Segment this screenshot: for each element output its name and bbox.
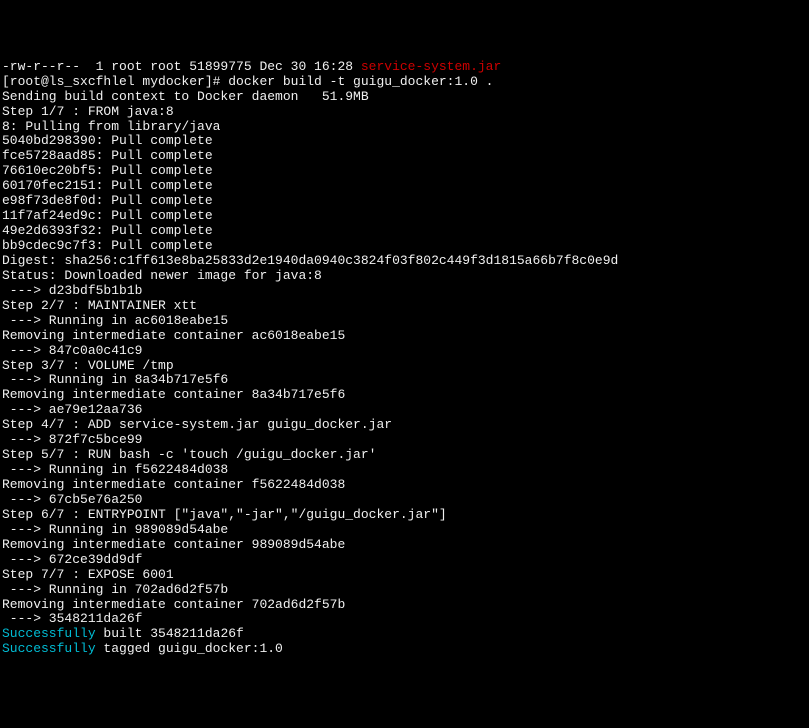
terminal-text-segment: e98f73de8f0d: Pull complete [2, 193, 213, 208]
terminal-text-segment: ---> 3548211da26f [2, 611, 142, 626]
terminal-line: fce5728aad85: Pull complete [2, 149, 807, 164]
terminal-text-segment: 11f7af24ed9c: Pull complete [2, 208, 213, 223]
terminal-text-segment: 5040bd298390: Pull complete [2, 133, 213, 148]
terminal-text-segment: built 3548211da26f [96, 626, 244, 641]
terminal-text-segment: -rw-r--r-- 1 root root 51899775 Dec 30 1… [2, 59, 361, 74]
terminal-text-segment: 8: Pulling from library/java [2, 119, 220, 134]
terminal-line: Removing intermediate container f5622484… [2, 478, 807, 493]
terminal-line: ---> Running in 989089d54abe [2, 523, 807, 538]
terminal-text-segment: Removing intermediate container ac6018ea… [2, 328, 345, 343]
terminal-line: Sending build context to Docker daemon 5… [2, 90, 807, 105]
terminal-line: Step 6/7 : ENTRYPOINT ["java","-jar","/g… [2, 508, 807, 523]
terminal-line: ---> 3548211da26f [2, 612, 807, 627]
terminal-line: Digest: sha256:c1ff613e8ba25833d2e1940da… [2, 254, 807, 269]
terminal-line: -rw-r--r-- 1 root root 51899775 Dec 30 1… [2, 60, 807, 75]
terminal-line: Step 4/7 : ADD service-system.jar guigu_… [2, 418, 807, 433]
terminal-output: -rw-r--r-- 1 root root 51899775 Dec 30 1… [0, 60, 809, 654]
terminal-text-segment: bb9cdec9c7f3: Pull complete [2, 238, 213, 253]
terminal-line: Successfully built 3548211da26f [2, 627, 807, 642]
terminal-text-segment: ---> Running in 8a34b717e5f6 [2, 372, 228, 387]
terminal-line: ---> 672ce39dd9df [2, 553, 807, 568]
terminal-text-segment: tagged guigu_docker:1.0 [96, 641, 283, 656]
terminal-line: Step 3/7 : VOLUME /tmp [2, 359, 807, 374]
terminal-text-segment: Successfully [2, 626, 96, 641]
terminal-text-segment: 76610ec20bf5: Pull complete [2, 163, 213, 178]
terminal-line: Removing intermediate container 702ad6d2… [2, 598, 807, 613]
terminal-line: 8: Pulling from library/java [2, 120, 807, 135]
terminal-text-segment: Removing intermediate container 702ad6d2… [2, 597, 345, 612]
terminal-line: Removing intermediate container ac6018ea… [2, 329, 807, 344]
terminal-line: ---> d23bdf5b1b1b [2, 284, 807, 299]
terminal-text-segment: ---> Running in ac6018eabe15 [2, 313, 228, 328]
terminal-text-segment: Sending build context to Docker daemon 5… [2, 89, 369, 104]
terminal-text-segment: [root@ls_sxcfhlel mydocker]# docker buil… [2, 74, 493, 89]
terminal-line: Step 2/7 : MAINTAINER xtt [2, 299, 807, 314]
terminal-text-segment: ---> ae79e12aa736 [2, 402, 142, 417]
terminal-line: Removing intermediate container 8a34b717… [2, 388, 807, 403]
terminal-line: 60170fec2151: Pull complete [2, 179, 807, 194]
terminal-line: Step 1/7 : FROM java:8 [2, 105, 807, 120]
terminal-text-segment: Step 1/7 : FROM java:8 [2, 104, 174, 119]
terminal-line: ---> 67cb5e76a250 [2, 493, 807, 508]
terminal-line: 49e2d6393f32: Pull complete [2, 224, 807, 239]
terminal-line: ---> ae79e12aa736 [2, 403, 807, 418]
terminal-text-segment: ---> 872f7c5bce99 [2, 432, 142, 447]
terminal-text-segment: Successfully [2, 641, 96, 656]
terminal-text-segment: 60170fec2151: Pull complete [2, 178, 213, 193]
terminal-text-segment: Step 3/7 : VOLUME /tmp [2, 358, 174, 373]
terminal-text-segment: Step 2/7 : MAINTAINER xtt [2, 298, 197, 313]
terminal-line: Removing intermediate container 989089d5… [2, 538, 807, 553]
terminal-line: 5040bd298390: Pull complete [2, 134, 807, 149]
terminal-line: ---> 872f7c5bce99 [2, 433, 807, 448]
terminal-line: [root@ls_sxcfhlel mydocker]# docker buil… [2, 75, 807, 90]
terminal-text-segment: ---> Running in 702ad6d2f57b [2, 582, 228, 597]
terminal-line: ---> Running in 702ad6d2f57b [2, 583, 807, 598]
terminal-line: ---> Running in ac6018eabe15 [2, 314, 807, 329]
terminal-text-segment: Step 5/7 : RUN bash -c 'touch /guigu_doc… [2, 447, 376, 462]
terminal-text-segment: Step 7/7 : EXPOSE 6001 [2, 567, 174, 582]
terminal-line: ---> Running in f5622484d038 [2, 463, 807, 478]
terminal-text-segment: Removing intermediate container 8a34b717… [2, 387, 345, 402]
terminal-text-segment: ---> Running in f5622484d038 [2, 462, 228, 477]
terminal-text-segment: Step 4/7 : ADD service-system.jar guigu_… [2, 417, 392, 432]
terminal-text-segment: ---> Running in 989089d54abe [2, 522, 228, 537]
terminal-line: Status: Downloaded newer image for java:… [2, 269, 807, 284]
terminal-line: ---> Running in 8a34b717e5f6 [2, 373, 807, 388]
terminal-text-segment: ---> 67cb5e76a250 [2, 492, 142, 507]
terminal-line: 76610ec20bf5: Pull complete [2, 164, 807, 179]
terminal-line: e98f73de8f0d: Pull complete [2, 194, 807, 209]
terminal-line: 11f7af24ed9c: Pull complete [2, 209, 807, 224]
terminal-text-segment: Removing intermediate container 989089d5… [2, 537, 345, 552]
terminal-line: Successfully tagged guigu_docker:1.0 [2, 642, 807, 657]
terminal-text-segment: Status: Downloaded newer image for java:… [2, 268, 322, 283]
terminal-text-segment: fce5728aad85: Pull complete [2, 148, 213, 163]
terminal-text-segment: Removing intermediate container f5622484… [2, 477, 345, 492]
terminal-text-segment: Digest: sha256:c1ff613e8ba25833d2e1940da… [2, 253, 618, 268]
terminal-line: Step 7/7 : EXPOSE 6001 [2, 568, 807, 583]
terminal-text-segment: ---> 847c0a0c41c9 [2, 343, 142, 358]
terminal-line: bb9cdec9c7f3: Pull complete [2, 239, 807, 254]
terminal-line: ---> 847c0a0c41c9 [2, 344, 807, 359]
terminal-text-segment: ---> 672ce39dd9df [2, 552, 142, 567]
terminal-line: Step 5/7 : RUN bash -c 'touch /guigu_doc… [2, 448, 807, 463]
terminal-text-segment: service-system.jar [361, 59, 501, 74]
terminal-text-segment: ---> d23bdf5b1b1b [2, 283, 142, 298]
terminal-text-segment: 49e2d6393f32: Pull complete [2, 223, 213, 238]
terminal-text-segment: Step 6/7 : ENTRYPOINT ["java","-jar","/g… [2, 507, 447, 522]
